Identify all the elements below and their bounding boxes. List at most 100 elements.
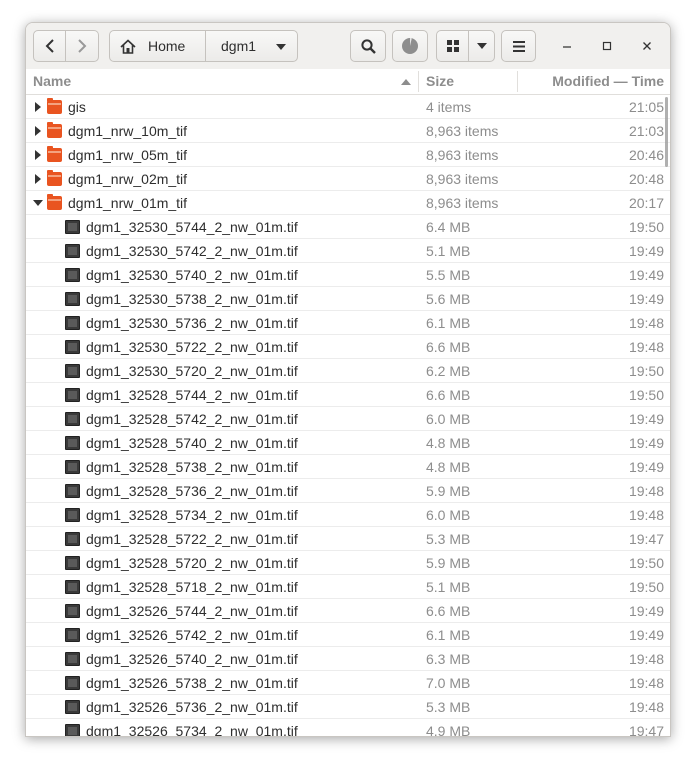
- pathbar-home-button[interactable]: Home: [109, 30, 206, 62]
- folder-row[interactable]: dgm1_nrw_10m_tif 8,963 items 21:03: [26, 119, 670, 143]
- image-file-icon: [65, 292, 80, 306]
- file-row[interactable]: dgm1_32530_5720_2_nw_01m.tif 6.2 MB 19:50: [26, 359, 670, 383]
- maximize-button[interactable]: [591, 30, 623, 62]
- image-file-icon: [65, 604, 80, 618]
- file-size: 5.6 MB: [426, 291, 471, 307]
- file-size: 6.1 MB: [426, 315, 471, 331]
- name-column-header[interactable]: Name: [33, 69, 418, 94]
- folder-row[interactable]: gis 4 items 21:05: [26, 95, 670, 119]
- file-row[interactable]: dgm1_32528_5720_2_nw_01m.tif 5.9 MB 19:50: [26, 551, 670, 575]
- image-file-icon: [65, 340, 80, 354]
- file-name: dgm1_32530_5738_2_nw_01m.tif: [86, 291, 298, 307]
- file-row[interactable]: dgm1_32528_5736_2_nw_01m.tif 5.9 MB 19:48: [26, 479, 670, 503]
- file-name: dgm1_32526_5744_2_nw_01m.tif: [86, 603, 298, 619]
- modified-time: 19:50: [628, 555, 664, 571]
- file-name: dgm1_32530_5722_2_nw_01m.tif: [86, 339, 298, 355]
- progress-pie-icon: [402, 37, 418, 54]
- file-size: 4.8 MB: [426, 435, 471, 451]
- expander-collapsed-icon[interactable]: [33, 125, 43, 137]
- file-row[interactable]: dgm1_32526_5740_2_nw_01m.tif 6.3 MB 19:48: [26, 647, 670, 671]
- file-row[interactable]: dgm1_32528_5734_2_nw_01m.tif 6.0 MB 19:48: [26, 503, 670, 527]
- column-divider[interactable]: [418, 71, 419, 92]
- modified-time: 20:46: [628, 147, 664, 163]
- chevron-down-icon: [276, 44, 286, 50]
- vertical-scrollbar[interactable]: [665, 97, 668, 167]
- modified-time: 19:49: [628, 435, 664, 451]
- image-file-icon: [65, 580, 80, 594]
- folder-item-count: 8,963 items: [426, 195, 499, 211]
- file-size: 6.6 MB: [426, 387, 471, 403]
- file-name: dgm1_32528_5742_2_nw_01m.tif: [86, 411, 298, 427]
- file-row[interactable]: dgm1_32530_5738_2_nw_01m.tif 5.6 MB 19:49: [26, 287, 670, 311]
- file-row[interactable]: dgm1_32530_5740_2_nw_01m.tif 5.5 MB 19:49: [26, 263, 670, 287]
- close-icon: [643, 42, 651, 50]
- image-file-icon: [65, 700, 80, 714]
- folder-item-count: 4 items: [426, 99, 472, 115]
- folder-name: gis: [68, 99, 86, 115]
- modified-time: 21:05: [628, 99, 664, 115]
- operations-button[interactable]: [392, 30, 428, 62]
- file-size: 5.3 MB: [426, 699, 471, 715]
- folder-row[interactable]: dgm1_nrw_05m_tif 8,963 items 20:46: [26, 143, 670, 167]
- file-row[interactable]: dgm1_32528_5718_2_nw_01m.tif 5.1 MB 19:50: [26, 575, 670, 599]
- view-grid-button[interactable]: [436, 30, 469, 62]
- back-button[interactable]: [33, 30, 66, 62]
- expander-collapsed-icon[interactable]: [33, 101, 43, 113]
- sort-ascending-icon: [401, 79, 411, 85]
- minimize-button[interactable]: [551, 30, 583, 62]
- modified-column-label: Modified — Time: [552, 73, 664, 89]
- folder-row[interactable]: dgm1_nrw_01m_tif 8,963 items 20:17: [26, 191, 670, 215]
- file-name: dgm1_32528_5740_2_nw_01m.tif: [86, 435, 298, 451]
- expander-collapsed-icon[interactable]: [33, 173, 43, 185]
- folder-name: dgm1_nrw_01m_tif: [68, 195, 188, 211]
- file-size: 6.0 MB: [426, 411, 471, 427]
- file-row[interactable]: dgm1_32526_5744_2_nw_01m.tif 6.6 MB 19:49: [26, 599, 670, 623]
- size-column-header[interactable]: Size: [426, 69, 516, 94]
- modified-time: 19:48: [628, 699, 664, 715]
- image-file-icon: [65, 268, 80, 282]
- file-row[interactable]: dgm1_32530_5722_2_nw_01m.tif 6.6 MB 19:48: [26, 335, 670, 359]
- chevron-right-icon: [78, 39, 87, 53]
- minimize-icon: [563, 46, 571, 48]
- file-size: 6.6 MB: [426, 339, 471, 355]
- folder-icon: [47, 98, 62, 114]
- folder-row[interactable]: dgm1_nrw_02m_tif 8,963 items 20:48: [26, 167, 670, 191]
- file-size: 5.9 MB: [426, 555, 471, 571]
- modified-time: 19:47: [628, 723, 664, 736]
- file-name: dgm1_32528_5722_2_nw_01m.tif: [86, 531, 298, 547]
- file-row[interactable]: dgm1_32526_5736_2_nw_01m.tif 5.3 MB 19:48: [26, 695, 670, 719]
- file-name: dgm1_32530_5736_2_nw_01m.tif: [86, 315, 298, 331]
- file-row[interactable]: dgm1_32528_5738_2_nw_01m.tif 4.8 MB 19:49: [26, 455, 670, 479]
- file-row[interactable]: dgm1_32528_5742_2_nw_01m.tif 6.0 MB 19:49: [26, 407, 670, 431]
- forward-button[interactable]: [66, 30, 99, 62]
- expander-expanded-icon[interactable]: [33, 197, 43, 209]
- modified-column-header[interactable]: Modified — Time: [552, 69, 664, 94]
- file-row[interactable]: dgm1_32530_5736_2_nw_01m.tif 6.1 MB 19:48: [26, 311, 670, 335]
- file-row[interactable]: dgm1_32526_5742_2_nw_01m.tif 6.1 MB 19:49: [26, 623, 670, 647]
- file-name: dgm1_32526_5736_2_nw_01m.tif: [86, 699, 298, 715]
- file-row[interactable]: dgm1_32530_5742_2_nw_01m.tif 5.1 MB 19:49: [26, 239, 670, 263]
- pathbar-current-button[interactable]: dgm1: [205, 30, 298, 62]
- file-row[interactable]: dgm1_32528_5722_2_nw_01m.tif 5.3 MB 19:47: [26, 527, 670, 551]
- modified-time: 19:48: [628, 651, 664, 667]
- close-button[interactable]: [631, 30, 663, 62]
- column-divider[interactable]: [517, 71, 518, 92]
- file-row[interactable]: dgm1_32528_5744_2_nw_01m.tif 6.6 MB 19:50: [26, 383, 670, 407]
- file-row[interactable]: dgm1_32526_5738_2_nw_01m.tif 7.0 MB 19:48: [26, 671, 670, 695]
- image-file-icon: [65, 388, 80, 402]
- modified-time: 20:48: [628, 171, 664, 187]
- file-row[interactable]: dgm1_32528_5740_2_nw_01m.tif 4.8 MB 19:49: [26, 431, 670, 455]
- image-file-icon: [65, 412, 80, 426]
- image-file-icon: [65, 244, 80, 258]
- modified-time: 19:48: [628, 315, 664, 331]
- file-size: 4.8 MB: [426, 459, 471, 475]
- pathbar-home-label: Home: [148, 38, 186, 54]
- file-row[interactable]: dgm1_32530_5744_2_nw_01m.tif 6.4 MB 19:50: [26, 215, 670, 239]
- menu-button[interactable]: [501, 30, 536, 62]
- file-row[interactable]: dgm1_32526_5734_2_nw_01m.tif 4.9 MB 19:47: [26, 719, 670, 736]
- image-file-icon: [65, 628, 80, 642]
- expander-collapsed-icon[interactable]: [33, 149, 43, 161]
- modified-time: 19:49: [628, 627, 664, 643]
- search-button[interactable]: [350, 30, 386, 62]
- view-options-button[interactable]: [469, 30, 495, 62]
